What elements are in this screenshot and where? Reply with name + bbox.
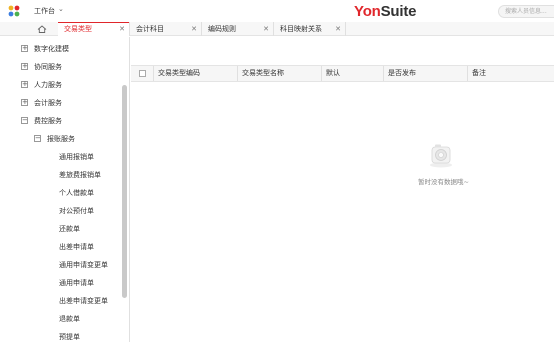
expand-icon[interactable]: +: [21, 81, 28, 88]
sidebar-scrollbar[interactable]: [122, 85, 127, 298]
sidebar: + 数字化建模 + 协同服务 + 人力服务 + 会计服务 − 费控服务 − 报账…: [0, 37, 130, 342]
brand-logo-yon: Yon: [354, 3, 381, 20]
sidebar-item-label: 人力服务: [34, 81, 62, 89]
sidebar-item-label: 通用报销单: [59, 153, 94, 161]
sidebar-item-label: 数字化建模: [34, 45, 69, 53]
close-icon[interactable]: ✕: [263, 22, 269, 36]
home-icon[interactable]: [30, 22, 54, 36]
toolbar-area: [131, 37, 554, 65]
tab-label: 科目映射关系: [280, 25, 322, 33]
app-launcher-icon[interactable]: [8, 5, 20, 17]
sidebar-item-label: 费控服务: [34, 117, 62, 125]
sidebar-item-label: 退款单: [59, 315, 80, 323]
empty-state-text: 暂时没有数据哦~: [418, 178, 469, 186]
expand-icon[interactable]: +: [21, 99, 28, 106]
sidebar-item-label: 预提单: [59, 333, 80, 341]
close-icon[interactable]: ✕: [119, 22, 125, 36]
column-header[interactable]: 交易类型名称: [237, 66, 321, 81]
empty-data-icon: [430, 144, 452, 168]
column-header[interactable]: 是否发布: [383, 66, 467, 81]
tab-label: 交易类型: [64, 25, 92, 33]
sidebar-item-label: 通用申请单: [59, 279, 94, 287]
column-header[interactable]: 默认: [321, 66, 383, 81]
table-header: 交易类型编码 交易类型名称 默认 是否发布 备注: [131, 65, 554, 82]
tab-label: 编码规则: [208, 25, 236, 33]
close-icon[interactable]: ✕: [335, 22, 341, 36]
tab-accounting-subject[interactable]: 会计科目 ✕: [130, 22, 202, 36]
top-bar: 工作台 ⌄ YonSuite 搜索人员信息...: [0, 0, 554, 22]
collapse-icon[interactable]: −: [34, 135, 41, 142]
tab-encoding-rules[interactable]: 编码规则 ✕: [202, 22, 274, 36]
chevron-down-icon[interactable]: ⌄: [58, 5, 64, 13]
collapse-icon[interactable]: −: [21, 117, 28, 124]
tab-label: 会计科目: [136, 25, 164, 33]
workbench-menu[interactable]: 工作台: [34, 6, 55, 16]
close-icon[interactable]: ✕: [191, 22, 197, 36]
sidebar-item-label: 会计服务: [34, 99, 62, 107]
tab-transaction-type[interactable]: 交易类型 ✕: [58, 22, 130, 36]
sidebar-item-label: 还款单: [59, 225, 80, 233]
sidebar-item-label: 通用申请变更单: [59, 261, 108, 269]
sidebar-item-label: 报账服务: [47, 135, 75, 143]
brand-logo: YonSuite: [354, 3, 417, 20]
search-input[interactable]: 搜索人员信息...: [498, 5, 554, 18]
sidebar-item-label: 个人借款单: [59, 189, 94, 197]
sidebar-item-label: 差旅费报销单: [59, 171, 101, 179]
column-header[interactable]: 备注: [467, 66, 554, 81]
expand-icon[interactable]: +: [21, 63, 28, 70]
expand-icon[interactable]: +: [21, 45, 28, 52]
sidebar-item-label: 协同服务: [34, 63, 62, 71]
sidebar-item-label: 对公预付单: [59, 207, 94, 215]
select-all-checkbox[interactable]: [139, 70, 146, 77]
sidebar-item-label: 出差申请变更单: [59, 297, 108, 305]
tab-bar: 交易类型 ✕ 会计科目 ✕ 编码规则 ✕ 科目映射关系 ✕: [0, 22, 554, 36]
brand-logo-suite: Suite: [380, 3, 417, 20]
column-header[interactable]: 交易类型编码: [153, 66, 237, 81]
tab-subject-mapping[interactable]: 科目映射关系 ✕: [274, 22, 346, 36]
sidebar-item-label: 出差申请单: [59, 243, 94, 251]
